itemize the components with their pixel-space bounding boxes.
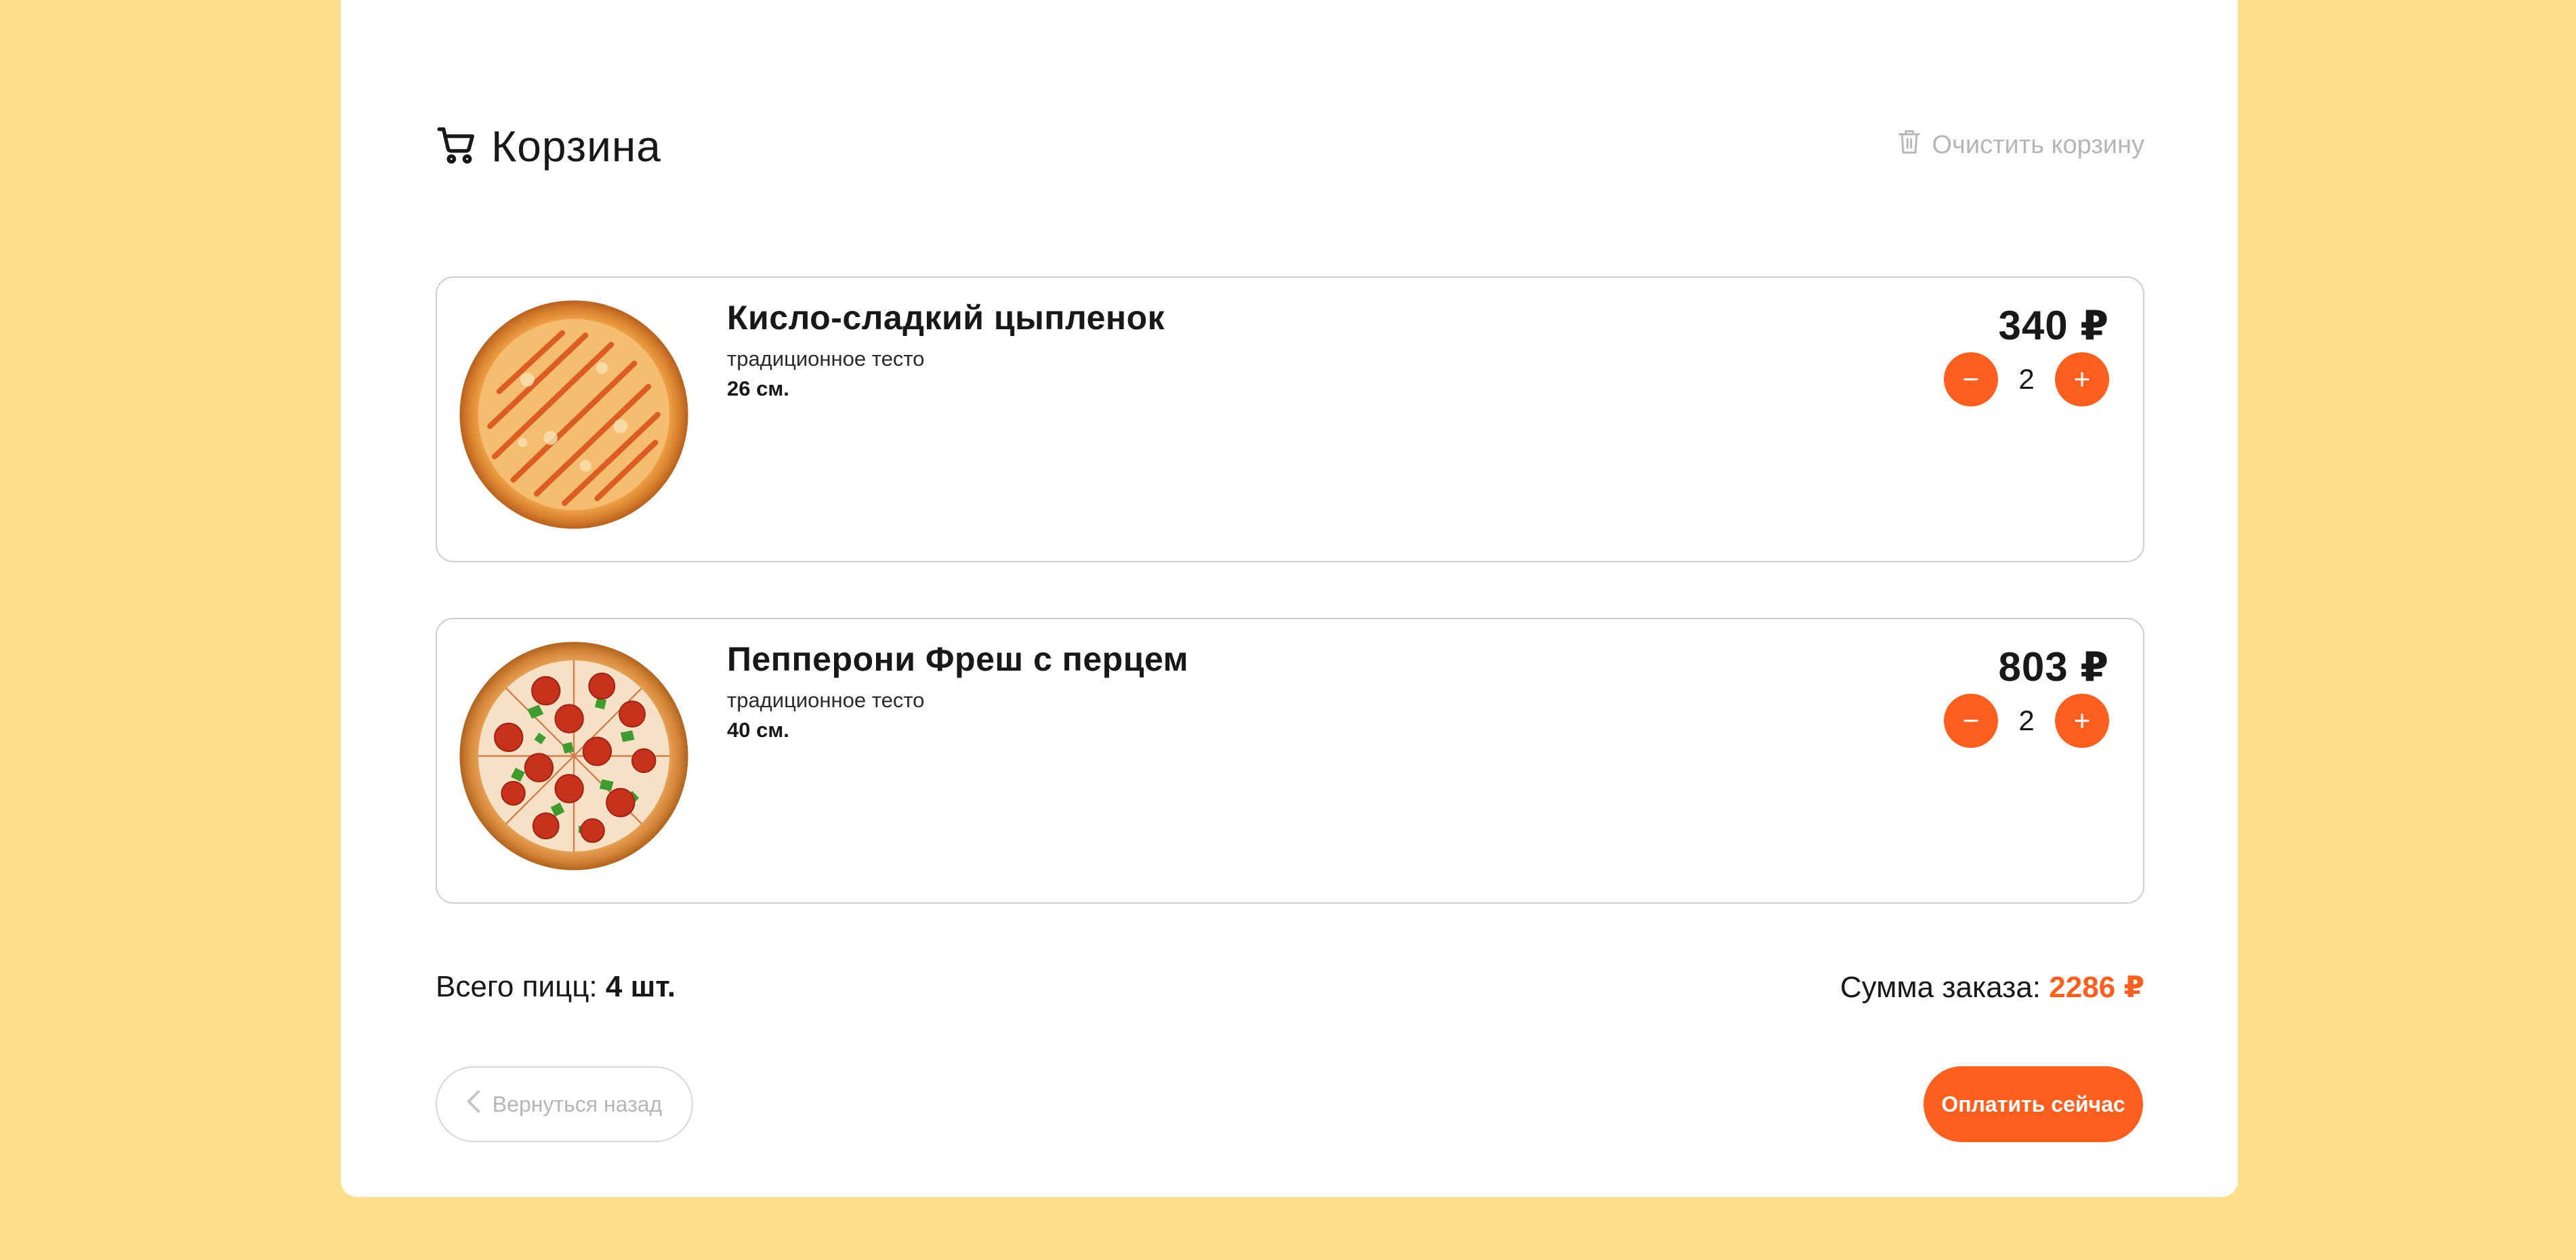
cart-item: Кисло-сладкий цыпленок традиционное тест… (436, 276, 2144, 562)
clear-cart-button[interactable]: Очистить корзину (1897, 125, 2145, 165)
back-button-label: Вернуться назад (492, 1091, 663, 1116)
minus-icon (1962, 364, 1980, 395)
total-sum-value: 2286 ₽ (2049, 971, 2144, 1004)
pizza-image (457, 639, 690, 873)
decrease-button[interactable] (1944, 694, 1998, 748)
title-group: Корзина (436, 119, 661, 173)
item-price: 803 ₽ (1998, 644, 2109, 690)
item-dough: традиционное тесто (727, 688, 925, 712)
decrease-button[interactable] (1944, 352, 1998, 406)
quantity-value: 2 (2018, 363, 2035, 395)
quantity-stepper: 2 (1944, 694, 2109, 748)
total-count-label: Всего пицц: (436, 970, 598, 1003)
pay-now-label: Оплатить сейчас (1941, 1091, 2125, 1116)
minus-icon (1962, 706, 1980, 736)
total-sum: Сумма заказа: 2286 ₽ (1840, 970, 2144, 1005)
page-title: Корзина (491, 122, 661, 171)
back-button[interactable]: Вернуться назад (436, 1066, 693, 1142)
total-count-value: 4 шт. (605, 970, 676, 1003)
pay-now-button[interactable]: Оплатить сейчас (1924, 1066, 2143, 1142)
item-size: 40 см. (727, 718, 789, 742)
increase-button[interactable] (2055, 352, 2109, 406)
total-sum-label: Сумма заказа: (1840, 971, 2041, 1004)
item-price: 340 ₽ (1998, 303, 2109, 348)
clear-cart-label: Очистить корзину (1932, 130, 2145, 159)
item-name: Кисло-сладкий цыпленок (727, 299, 1165, 337)
plus-icon (2073, 706, 2091, 736)
trash-icon (1897, 128, 1932, 162)
total-count: Всего пицц: 4 шт. (436, 970, 676, 1004)
chevron-left-icon (467, 1090, 493, 1118)
cart-header: Корзина Очистить корзину (436, 119, 2144, 173)
pizza-image (457, 298, 690, 531)
increase-button[interactable] (2055, 694, 2109, 748)
item-name: Пепперони Фреш с перцем (727, 640, 1189, 678)
quantity-value: 2 (2018, 705, 2035, 736)
cart-summary: Всего пицц: 4 шт. Сумма заказа: 2286 ₽ (436, 970, 2144, 1015)
quantity-stepper: 2 (1944, 352, 2109, 406)
item-dough: традиционное тесто (727, 347, 925, 371)
plus-icon (2073, 364, 2091, 395)
item-size: 26 см. (727, 377, 789, 400)
cart-icon (436, 124, 491, 169)
cart-panel: Корзина Очистить корзину Кисло-сладкий ц… (341, 0, 2238, 1197)
cart-item: Пепперони Фреш с перцем традиционное тес… (436, 618, 2144, 904)
